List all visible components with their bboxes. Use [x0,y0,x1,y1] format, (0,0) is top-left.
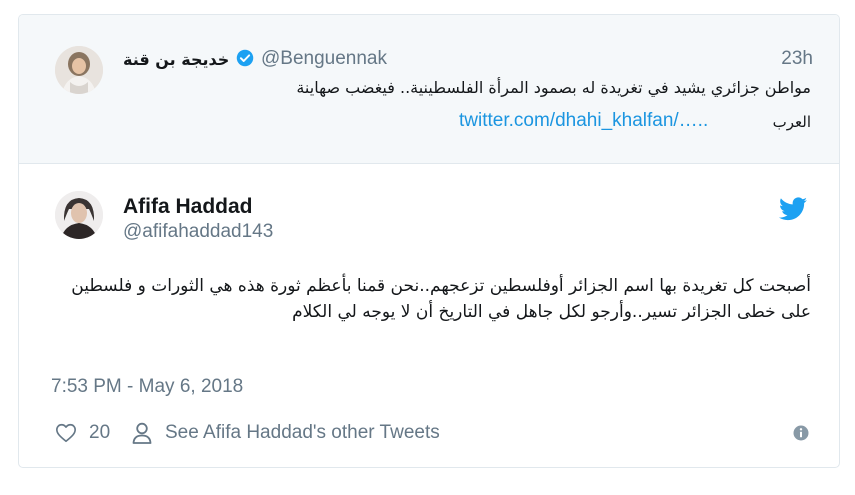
like-count[interactable]: 20 [89,422,110,444]
tweet-text: أصبحت كل تغريدة بها اسم الجزائر أوفلسطين… [71,276,811,322]
quoted-tweet[interactable]: خديجة بن قنة @Benguennak 23h مواطن جزائر… [19,15,839,164]
quoted-tweet-header: خديجة بن قنة @Benguennak 23h [123,47,813,69]
quoted-tweet-text: مواطن جزائري يشيد في تغريدة له بصمود الم… [296,78,811,97]
quoted-author-handle[interactable]: @Benguennak [261,48,387,70]
quoted-tweet-time[interactable]: 23h [781,48,813,70]
quoted-author-name[interactable]: خديجة بن قنة [123,50,229,69]
person-icon[interactable] [132,422,152,444]
quoted-tweet-text-tail: العرب [772,113,811,131]
verified-badge-icon [236,49,254,67]
quoted-tweet-link-line: twitter.com/dhahi_khalfan/….. العرب [123,110,811,136]
author-avatar[interactable] [55,191,103,239]
tweet-timestamp[interactable]: 7:53 PM - May 6, 2018 [51,376,243,398]
other-tweets-link[interactable]: See Afifa Haddad's other Tweets [165,422,440,444]
heart-icon[interactable] [55,422,77,444]
embedded-tweet-card: خديجة بن قنة @Benguennak 23h مواطن جزائر… [18,14,840,468]
quoted-author-avatar[interactable] [55,46,103,94]
twitter-bird-icon[interactable] [779,197,807,221]
info-icon[interactable] [793,425,809,441]
author-handle[interactable]: @afifahaddad143 [123,221,273,243]
quoted-tweet-link[interactable]: twitter.com/dhahi_khalfan/….. [459,110,708,132]
author-name[interactable]: Afifa Haddad [123,195,253,219]
tweet-actions: 20 See Afifa Haddad's other Tweets [55,419,811,447]
